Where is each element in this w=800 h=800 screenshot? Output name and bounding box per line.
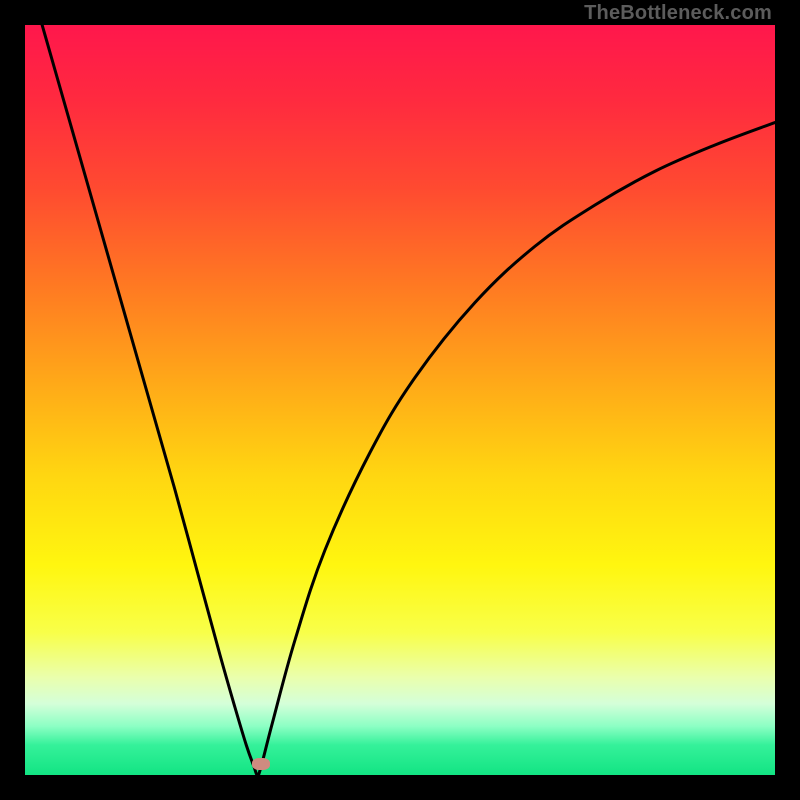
minimum-marker [252, 758, 270, 770]
watermark-text: TheBottleneck.com [584, 2, 772, 25]
bottleneck-plot [25, 25, 775, 775]
chart-frame [25, 25, 775, 775]
